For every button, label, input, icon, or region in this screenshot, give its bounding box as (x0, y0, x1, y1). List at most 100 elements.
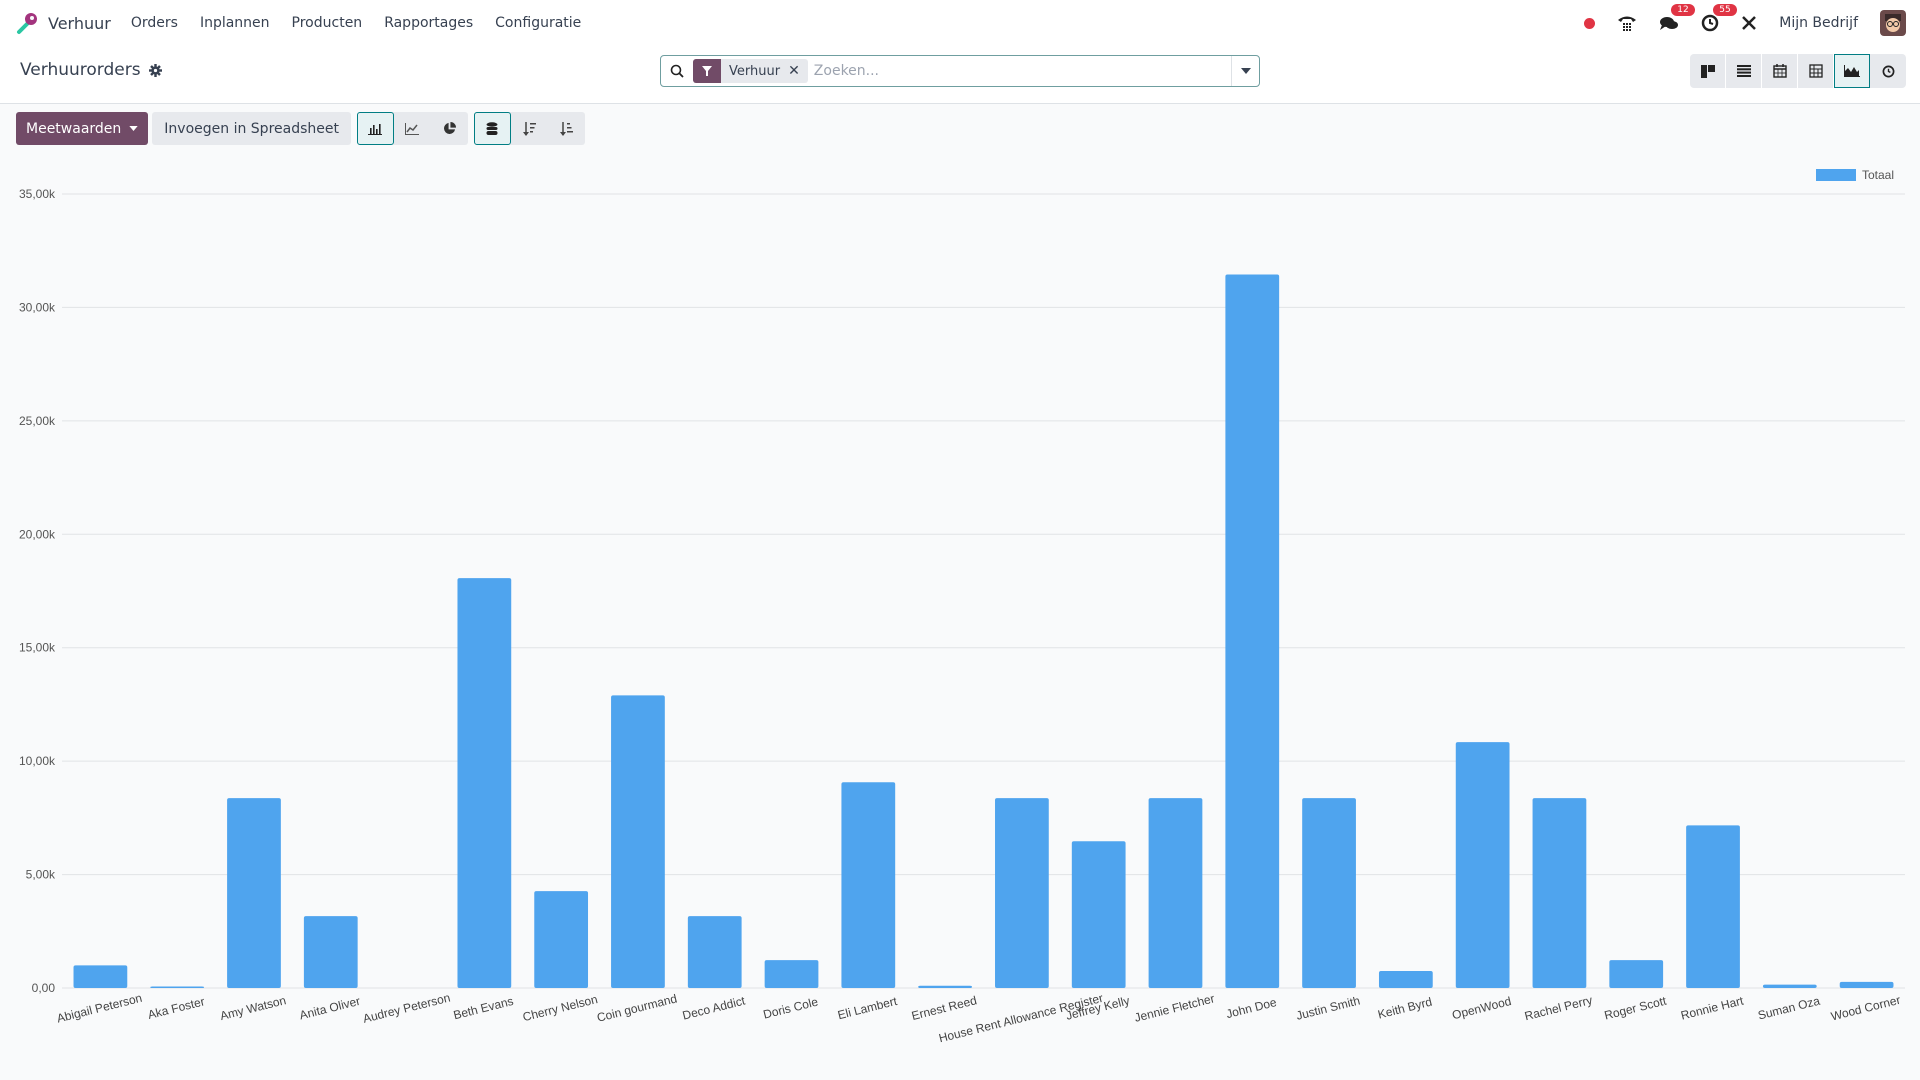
x-tick-label: Roger Scott (1603, 994, 1669, 1023)
bar[interactable] (1686, 825, 1740, 988)
systray: 12 55 Mijn Bedrijf (1584, 0, 1906, 46)
bar[interactable] (687, 916, 742, 988)
x-tick-label: Coin gourmand (595, 991, 678, 1024)
bar[interactable] (1609, 960, 1664, 988)
x-tick-label: Justin Smith (1295, 993, 1362, 1022)
x-tick-label: Suman Oza (1756, 994, 1821, 1023)
menu-rapportages[interactable]: Rapportages (384, 15, 473, 31)
search-button[interactable] (661, 64, 693, 78)
menu-orders[interactable]: Orders (131, 15, 178, 31)
chart-options-group (473, 112, 585, 145)
pie-chart-icon (444, 122, 456, 134)
breadcrumb: Verhuurorders (20, 60, 162, 80)
stacked-button[interactable] (473, 112, 511, 145)
view-activity[interactable] (1870, 54, 1906, 88)
caret-down-icon (1240, 68, 1251, 74)
menu-producten[interactable]: Producten (292, 15, 363, 31)
measures-label: Meetwaarden (26, 120, 122, 137)
y-tick-label: 0,00 (32, 981, 56, 995)
filter-icon (693, 59, 721, 83)
app-brand[interactable]: Verhuur (16, 11, 111, 35)
sort-ascending-icon (559, 121, 573, 136)
bar[interactable] (841, 782, 896, 988)
line-chart-button[interactable] (394, 112, 431, 145)
search-input[interactable] (807, 63, 1231, 79)
avatar-face-icon (1885, 14, 1901, 32)
x-tick-label: Abigail Peterson (55, 991, 143, 1026)
page-title: Verhuurorders (20, 60, 141, 80)
bar[interactable] (227, 798, 281, 988)
user-avatar[interactable] (1880, 10, 1906, 36)
calendar-icon (1772, 64, 1787, 78)
graph-toolbar: Meetwaarden Invoegen in Spreadsheet (16, 112, 585, 145)
bar[interactable] (1148, 798, 1203, 988)
x-tick-label: Ernest Reed (910, 993, 978, 1023)
y-tick-label: 30,00k (19, 300, 56, 314)
messages-badge: 12 (1671, 4, 1695, 16)
line-chart-icon (405, 122, 420, 135)
x-tick-label: Beth Evans (452, 994, 515, 1022)
measures-dropdown[interactable]: Meetwaarden (16, 112, 149, 145)
view-list[interactable] (1726, 54, 1762, 88)
tools-icon[interactable] (1741, 15, 1757, 31)
view-graph[interactable] (1834, 54, 1870, 88)
x-tick-label: Cherry Nelson (521, 992, 599, 1024)
view-calendar[interactable] (1762, 54, 1798, 88)
bar[interactable] (150, 986, 205, 989)
gear-icon[interactable] (148, 63, 162, 77)
bar[interactable] (73, 965, 128, 988)
messages-button[interactable]: 12 (1659, 4, 1695, 32)
x-tick-label: OpenWood (1451, 994, 1513, 1022)
x-tick-label: Aka Foster (146, 994, 206, 1022)
pivot-table-icon (1808, 64, 1823, 78)
bar[interactable] (1071, 841, 1126, 988)
bar[interactable] (1302, 798, 1356, 988)
menu-inplannen[interactable]: Inplannen (200, 15, 270, 31)
view-pivot[interactable] (1798, 54, 1834, 88)
status-dot-icon[interactable] (1584, 17, 1596, 29)
menu-configuratie[interactable]: Configuratie (495, 15, 581, 31)
x-tick-label: Ronnie Hart (1679, 993, 1745, 1022)
database-stack-icon (486, 121, 498, 135)
bar[interactable] (1839, 981, 1894, 988)
company-switcher[interactable]: Mijn Bedrijf (1779, 15, 1858, 31)
top-navbar: Verhuur Orders Inplannen Producten Rappo… (0, 0, 1920, 46)
bar-chart-button[interactable] (356, 112, 394, 145)
bar[interactable] (1225, 274, 1280, 988)
x-tick-label: Doris Cole (762, 994, 820, 1021)
pie-chart-button[interactable] (431, 112, 468, 145)
caret-down-icon (129, 126, 138, 131)
list-icon (1736, 65, 1751, 77)
kanban-icon (1700, 64, 1715, 78)
facet-remove-icon[interactable]: ✕ (788, 63, 808, 79)
sort-ascending-button[interactable] (548, 112, 585, 145)
bar[interactable] (1378, 970, 1433, 988)
bar[interactable] (918, 985, 972, 988)
x-tick-label: Wood Corner (1829, 993, 1901, 1024)
x-tick-label: Jennie Fletcher (1133, 991, 1216, 1024)
insert-spreadsheet-button[interactable]: Invoegen in Spreadsheet (152, 112, 351, 145)
bar[interactable] (1455, 742, 1510, 988)
bar[interactable] (995, 798, 1049, 988)
bar-chart: 0,00 5,00k 10,00k 15,00k 20,00k 25,00k 30,00k 3… (19, 187, 1905, 1045)
phone-icon[interactable] (1617, 14, 1637, 32)
y-tick-label: 25,00k (19, 414, 56, 428)
y-tick-label: 35,00k (19, 187, 56, 201)
search-bar: Verhuur ✕ (660, 55, 1260, 87)
bar-chart-icon (368, 123, 383, 135)
bar[interactable] (534, 891, 589, 988)
bar[interactable] (457, 578, 512, 988)
bar[interactable] (303, 916, 358, 988)
search-options-toggle[interactable] (1231, 56, 1259, 86)
bar[interactable] (764, 960, 819, 988)
y-tick-label: 15,00k (19, 641, 56, 655)
facet-label: Verhuur (729, 63, 781, 79)
sort-descending-button[interactable] (511, 112, 548, 145)
bar[interactable] (1762, 984, 1817, 988)
x-tick-label: Audrey Peterson (362, 991, 452, 1026)
bar[interactable] (611, 695, 665, 988)
bar[interactable] (1532, 798, 1587, 988)
view-kanban[interactable] (1690, 54, 1726, 88)
x-tick-label: Deco Addict (681, 993, 747, 1022)
activities-button[interactable]: 55 (1701, 4, 1737, 32)
